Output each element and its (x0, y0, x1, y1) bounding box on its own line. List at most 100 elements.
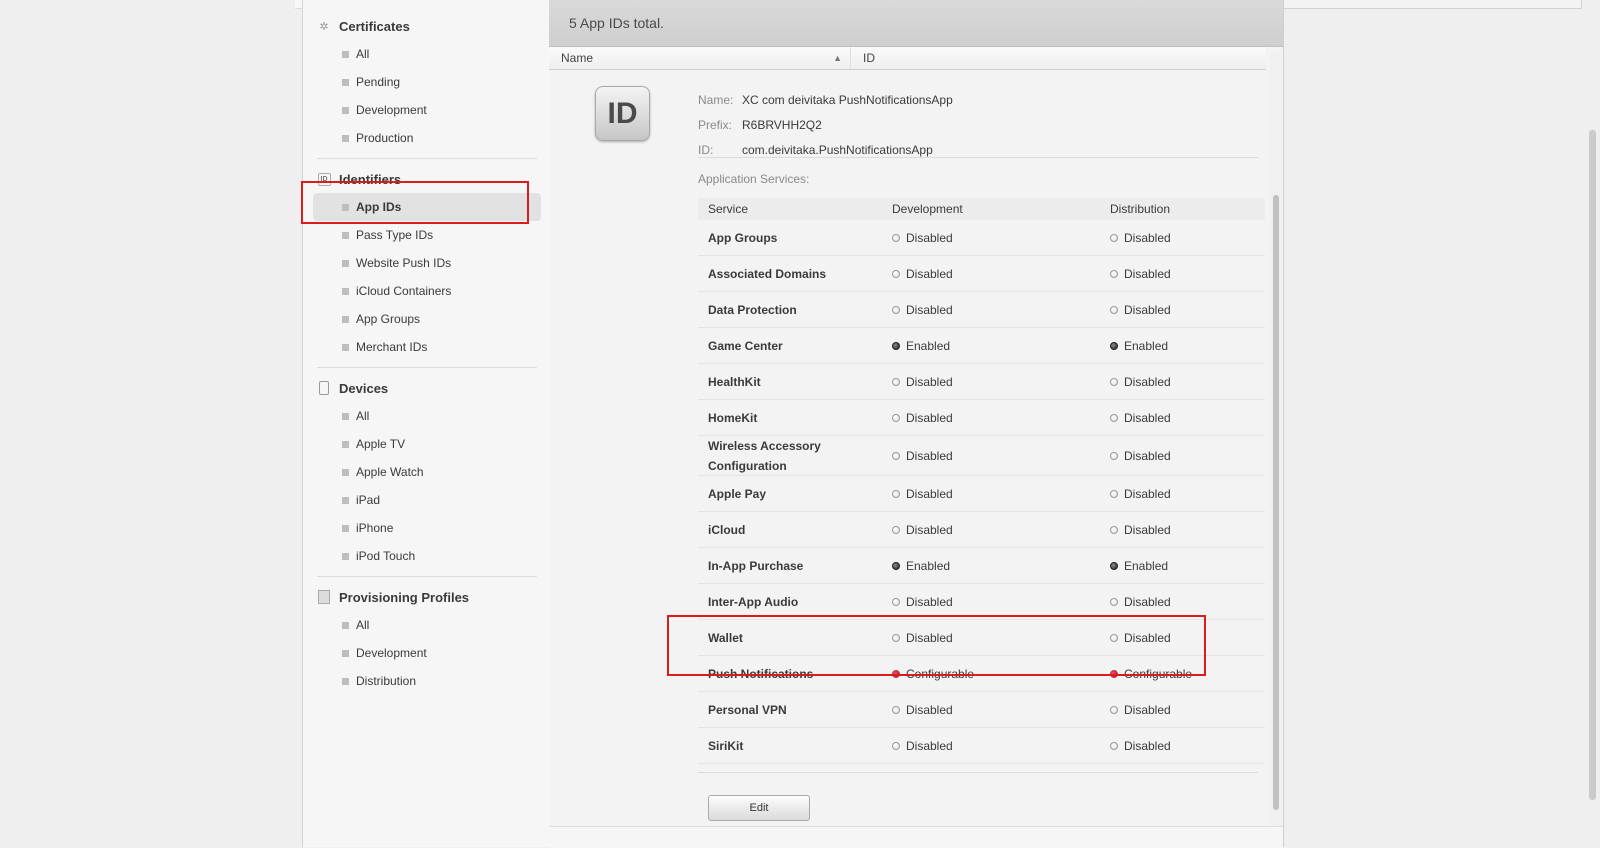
status-dot-icon (1110, 341, 1118, 350)
service-name: Game Center (708, 338, 783, 353)
id-label: ID: (698, 143, 714, 157)
distribution-status: Disabled (1110, 487, 1265, 501)
sidebar-item-app-groups[interactable]: App Groups (303, 305, 549, 333)
section-header-devices[interactable]: Devices (303, 374, 549, 402)
sidebar-item-pass-type-ids[interactable]: Pass Type IDs (303, 221, 549, 249)
sidebar-item-label: Merchant IDs (356, 340, 428, 354)
sidebar-item-label: Pending (356, 75, 401, 89)
development-status: Disabled (892, 411, 1110, 425)
total-count: 5 App IDs total. (549, 0, 1283, 47)
development-status: Disabled (892, 303, 1110, 317)
bullet-icon (342, 524, 349, 532)
development-status: Disabled (892, 523, 1110, 537)
status-text: Disabled (906, 374, 953, 389)
development-status: Disabled (892, 375, 1110, 389)
main-panel: 5 App IDs total. Name ▲ ID ID Name: XC co… (549, 0, 1284, 847)
sidebar-item-label: iCloud Containers (356, 284, 452, 298)
service-name: HomeKit (708, 410, 758, 425)
sidebar-item-profiles-distribution[interactable]: Distribution (303, 667, 549, 695)
section-header-profiles[interactable]: Provisioning Profiles (303, 583, 549, 611)
service-name: In-App Purchase (708, 558, 804, 573)
status-dot-icon (892, 489, 900, 498)
distribution-status: Disabled (1110, 411, 1265, 425)
status-text: Disabled (906, 266, 953, 281)
sidebar-item-website-push-ids[interactable]: Website Push IDs (303, 249, 549, 277)
sidebar-item-label: All (356, 409, 370, 423)
bullet-icon (342, 231, 349, 239)
app-id-icon: ID (595, 86, 650, 141)
column-name-label: Name (561, 51, 594, 65)
divider (698, 772, 1258, 773)
sidebar-item-icloud-containers[interactable]: iCloud Containers (303, 277, 549, 305)
column-name[interactable]: Name ▲ (549, 47, 851, 69)
distribution-status: Disabled (1110, 595, 1265, 609)
sidebar-item-apple-watch[interactable]: Apple Watch (303, 458, 549, 486)
services-rows: App Groups Disabled Disabled Associated Dom… (698, 220, 1265, 764)
prefix-label: Prefix: (698, 118, 733, 132)
distribution-status: Disabled (1110, 375, 1265, 389)
bullet-icon (342, 315, 349, 323)
status-dot-icon (892, 413, 900, 422)
status-text: Disabled (906, 230, 953, 245)
status-text: Disabled (1124, 266, 1171, 281)
status-text: Enabled (1124, 338, 1169, 353)
highlight-app-ids (301, 181, 529, 224)
status-dot-icon (1110, 451, 1118, 460)
app-id-meta: Name: XC com deivitaka PushNotificationsA… (698, 88, 953, 163)
status-dot-icon (1110, 561, 1118, 570)
sidebar-item-certificates-development[interactable]: Development (303, 96, 549, 124)
scrollbar-thumb[interactable] (1273, 195, 1279, 810)
status-dot-icon (892, 705, 900, 714)
status-dot-icon (1110, 413, 1118, 422)
status-text: Enabled (906, 338, 951, 353)
sidebar-item-profiles-all[interactable]: All (303, 611, 549, 639)
bullet-icon (342, 78, 349, 86)
sidebar: ✲ Certificates All Pending Development P… (302, 0, 550, 847)
sidebar-item-ipad[interactable]: iPad (303, 486, 549, 514)
sidebar-item-profiles-development[interactable]: Development (303, 639, 549, 667)
sidebar-item-iphone[interactable]: iPhone (303, 514, 549, 542)
edit-button[interactable]: Edit (708, 795, 810, 821)
section-header-certificates[interactable]: ✲ Certificates (303, 12, 549, 40)
service-name: Associated Domains (708, 266, 827, 281)
status-text: Disabled (906, 486, 953, 501)
column-id[interactable]: ID (851, 51, 875, 65)
bullet-icon (342, 649, 349, 657)
service-row: HomeKit Disabled Disabled (698, 400, 1265, 436)
sidebar-item-label: All (356, 618, 370, 632)
distribution-status: Disabled (1110, 267, 1265, 281)
sidebar-item-merchant-ids[interactable]: Merchant IDs (303, 333, 549, 361)
app-id-value: com.deivitaka.PushNotificationsApp (742, 143, 933, 157)
app-id-detail: ID Name: XC com deivitaka PushNotificatio… (549, 70, 1266, 840)
sidebar-item-certificates-production[interactable]: Production (303, 124, 549, 152)
status-text: Enabled (906, 558, 951, 573)
sidebar-item-label: Development (356, 103, 427, 117)
status-text: Disabled (1124, 486, 1171, 501)
service-row: Game Center Enabled Enabled (698, 328, 1265, 364)
divider (698, 157, 1258, 158)
distribution-status: Disabled (1110, 523, 1265, 537)
sidebar-item-certificates-pending[interactable]: Pending (303, 68, 549, 96)
service-row: iCloud Disabled Disabled (698, 512, 1265, 548)
sidebar-item-label: Development (356, 646, 427, 660)
service-name: Inter-App Audio (708, 594, 799, 609)
status-text: Disabled (1124, 522, 1171, 537)
status-text: Disabled (906, 448, 953, 463)
header-development: Development (892, 202, 963, 216)
sidebar-item-ipod-touch[interactable]: iPod Touch (303, 542, 549, 570)
development-status: Disabled (892, 267, 1110, 281)
page-scrollbar[interactable] (1589, 130, 1596, 800)
sidebar-item-certificates-all[interactable]: All (303, 40, 549, 68)
service-row: In-App Purchase Enabled Enabled (698, 548, 1265, 584)
sidebar-item-apple-tv[interactable]: Apple TV (303, 430, 549, 458)
service-row: Wireless Accessory Configuration Disabled… (698, 436, 1265, 476)
development-status: Disabled (892, 703, 1110, 717)
status-dot-icon (1110, 489, 1118, 498)
sidebar-item-devices-all[interactable]: All (303, 402, 549, 430)
section-title: Provisioning Profiles (339, 589, 470, 605)
bullet-icon (342, 496, 349, 504)
status-dot-icon (892, 597, 900, 606)
service-row: HealthKit Disabled Disabled (698, 364, 1265, 400)
highlight-push-notifications (667, 615, 1206, 676)
development-status: Disabled (892, 739, 1110, 753)
